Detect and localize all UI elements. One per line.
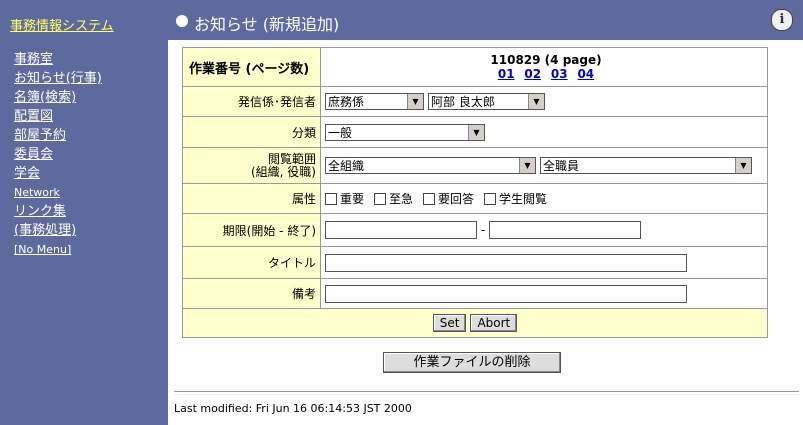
work-number-value: 110829 (4 page) xyxy=(490,53,602,67)
attr-important[interactable]: 重要 xyxy=(325,190,364,207)
notice-form: 作業番号 (ページ数) 110829 (4 page) 01 02 03 04 … xyxy=(182,47,768,338)
category-value: 一般 xyxy=(328,125,353,140)
delete-work-file-button[interactable]: 作業ファイルの削除 xyxy=(383,352,561,373)
period-row: 期限(開始 - 終了) - xyxy=(183,214,767,247)
title-label: タイトル xyxy=(183,247,321,278)
sidebar-item-network[interactable]: Network xyxy=(14,183,102,202)
chevron-down-icon: ▼ xyxy=(407,94,423,109)
chevron-down-icon: ▼ xyxy=(519,158,535,173)
page-links: 01 02 03 04 xyxy=(495,67,597,81)
info-icon[interactable]: i xyxy=(771,9,793,31)
checkbox[interactable] xyxy=(325,192,337,205)
page-title: お知らせ (新規追加) xyxy=(194,15,340,34)
checkbox[interactable] xyxy=(484,192,497,205)
scope-label-sub: (組織, 役職) xyxy=(251,164,316,179)
title-input[interactable] xyxy=(325,253,687,272)
period-start-input[interactable] xyxy=(325,221,477,239)
sidebar-item-conference[interactable]: 学会 xyxy=(14,164,102,183)
attr-reply-required-label: 要回答 xyxy=(438,192,475,206)
bullet-icon xyxy=(176,15,188,27)
page-link-02[interactable]: 02 xyxy=(524,67,541,81)
scope-org-value: 全組織 xyxy=(328,159,365,173)
sidebar-item-committee[interactable]: 委員会 xyxy=(14,145,102,164)
attribute-label: 属性 xyxy=(183,184,321,213)
period-end-input[interactable] xyxy=(489,221,642,239)
title-row: タイトル xyxy=(183,247,767,279)
work-number-row: 作業番号 (ページ数) 110829 (4 page) 01 02 03 04 xyxy=(183,48,767,87)
work-number-label: 作業番号 (ページ数) xyxy=(183,48,321,86)
sender-person-select[interactable]: 阿部 良太郎 ▼ xyxy=(428,93,545,110)
abort-button[interactable]: Abort xyxy=(470,314,518,332)
attr-reply-required[interactable]: 要回答 xyxy=(423,190,474,207)
attr-student-view[interactable]: 学生閲覧 xyxy=(484,190,547,207)
sender-row: 発信係･発信者 庶務係 ▼ 阿部 良太郎 ▼ xyxy=(183,87,767,117)
sidebar: 事務情報システム 事務室 お知らせ(行事) 名簿(検索) 配置図 部屋予約 委員… xyxy=(0,0,168,425)
sidebar-item-no-menu[interactable]: [No Menu] xyxy=(14,240,102,259)
sidebar-item-office[interactable]: 事務室 xyxy=(14,50,102,69)
note-row: 備考 xyxy=(183,279,767,309)
attribute-row: 属性 重要 至急 要回答 学生閲覧 xyxy=(183,184,767,214)
chevron-down-icon: ▼ xyxy=(528,94,544,109)
chevron-down-icon: ▼ xyxy=(468,124,484,140)
brand-link[interactable]: 事務情報システム xyxy=(10,15,114,34)
category-select[interactable]: 一般 ▼ xyxy=(325,123,485,141)
page-header: お知らせ (新規追加) i xyxy=(168,0,803,40)
note-label: 備考 xyxy=(183,279,321,308)
period-label: 期限(開始 - 終了) xyxy=(183,214,321,246)
sidebar-item-room-booking[interactable]: 部屋予約 xyxy=(14,126,102,145)
scope-org-select[interactable]: 全組織 ▼ xyxy=(325,157,536,174)
attr-student-view-label: 学生閲覧 xyxy=(499,192,548,206)
period-separator: - xyxy=(481,223,486,237)
attr-important-label: 重要 xyxy=(340,192,365,206)
sidebar-menu: 事務室 お知らせ(行事) 名簿(検索) 配置図 部屋予約 委員会 学会 Netw… xyxy=(14,50,102,259)
set-button[interactable]: Set xyxy=(432,314,467,332)
sidebar-item-directory[interactable]: 名簿(検索) xyxy=(14,88,102,107)
scope-label: 閲覧範囲 xyxy=(267,151,316,166)
note-input[interactable] xyxy=(325,284,687,303)
sender-dept-value: 庶務係 xyxy=(328,95,365,109)
page-link-04[interactable]: 04 xyxy=(577,67,594,81)
checkbox[interactable] xyxy=(423,192,436,205)
action-row: Set Abort xyxy=(183,309,767,337)
sender-dept-select[interactable]: 庶務係 ▼ xyxy=(325,93,424,110)
sidebar-item-links[interactable]: リンク集 xyxy=(14,202,102,221)
category-label: 分類 xyxy=(183,117,321,147)
sender-label: 発信係･発信者 xyxy=(183,87,321,116)
category-row: 分類 一般 ▼ xyxy=(183,117,767,148)
sidebar-item-office-work[interactable]: (事務処理) xyxy=(14,221,102,240)
divider xyxy=(174,391,799,395)
chevron-down-icon: ▼ xyxy=(735,158,751,173)
last-modified: Last modified: Fri Jun 16 06:14:53 JST 2… xyxy=(174,402,412,415)
sender-person-value: 阿部 良太郎 xyxy=(431,95,495,109)
attr-urgent[interactable]: 至急 xyxy=(374,190,413,207)
sidebar-item-notices[interactable]: お知らせ(行事) xyxy=(14,69,102,88)
checkbox[interactable] xyxy=(374,192,387,205)
sidebar-item-layout[interactable]: 配置図 xyxy=(14,107,102,126)
page-link-01[interactable]: 01 xyxy=(498,67,515,81)
scope-row: 閲覧範囲 (組織, 役職) 全組織 ▼ 全職員 ▼ xyxy=(183,148,767,184)
attr-urgent-label: 至急 xyxy=(389,192,414,206)
scope-position-value: 全職員 xyxy=(543,159,580,173)
page-link-03[interactable]: 03 xyxy=(551,67,568,81)
scope-position-select[interactable]: 全職員 ▼ xyxy=(540,157,752,174)
